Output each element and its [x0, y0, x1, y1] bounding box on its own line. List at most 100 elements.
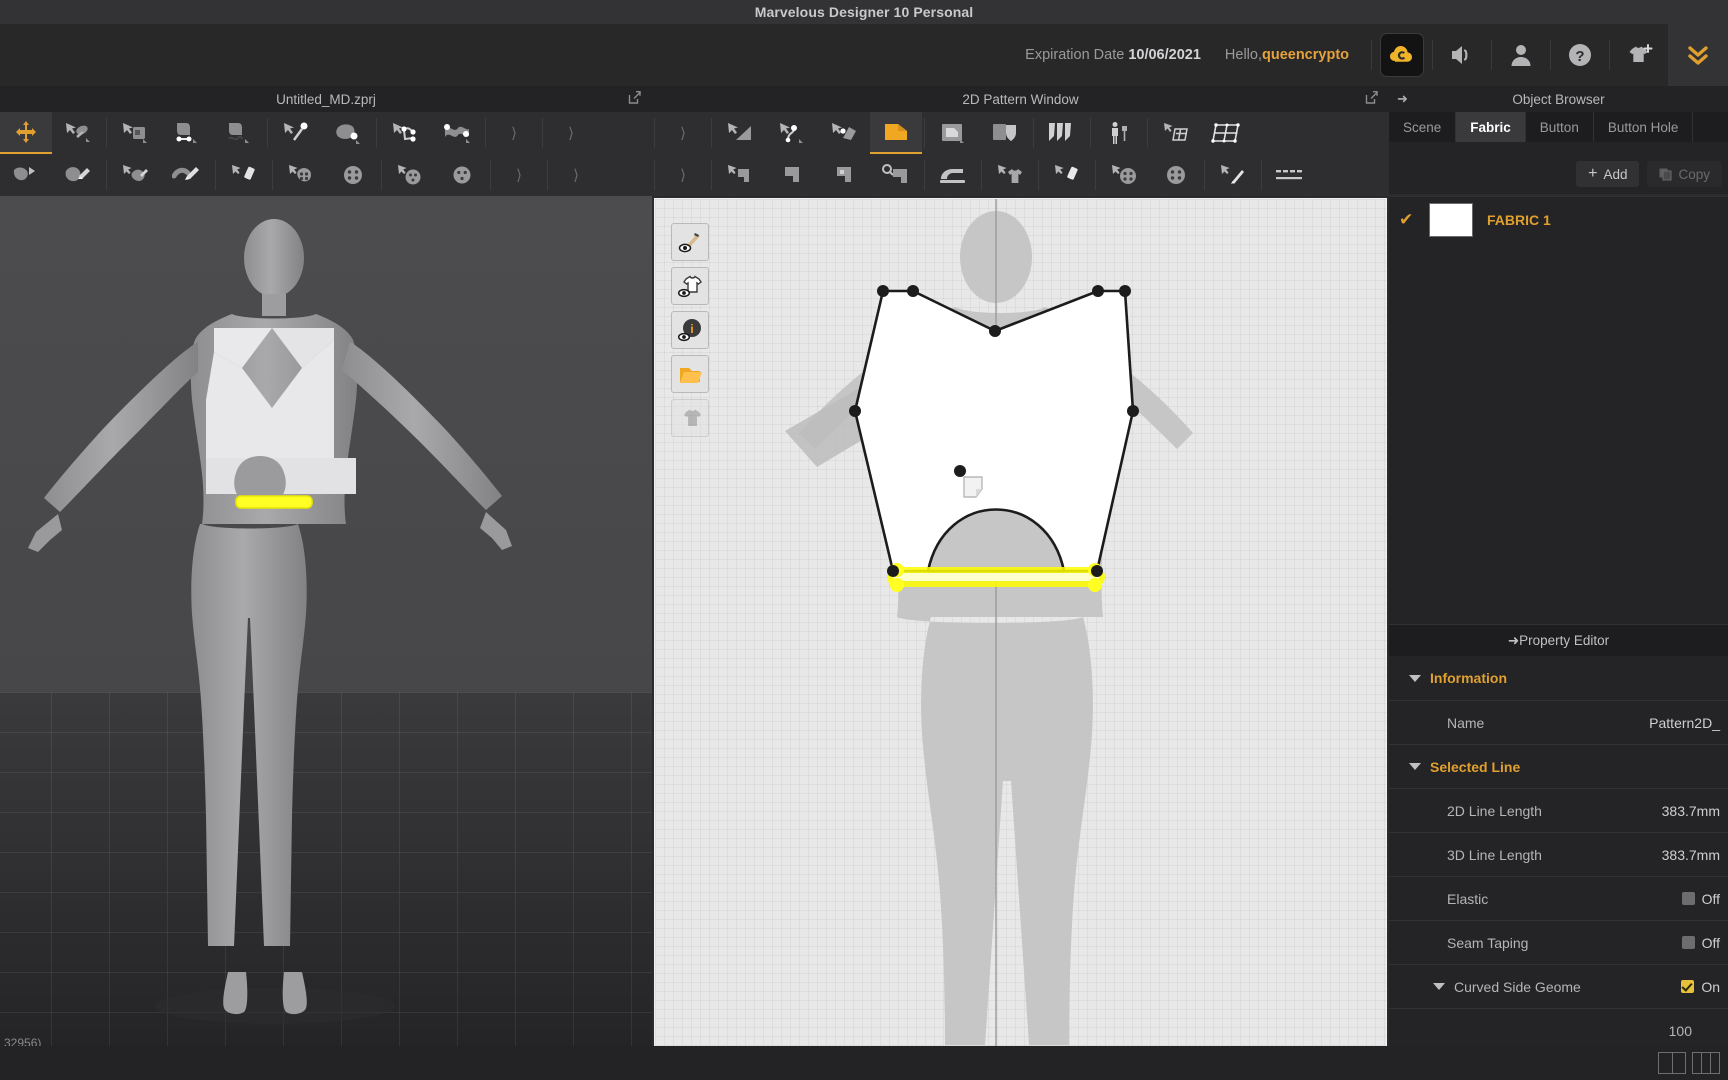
viewport-3d[interactable]: 32956) [0, 196, 652, 1052]
property-row-name[interactable]: Name Pattern2D_ [1389, 700, 1728, 744]
zipper-tool-button[interactable] [218, 154, 270, 196]
more-tools-3d-1[interactable]: ⟩ [488, 112, 540, 154]
free-seam-line-tool-button[interactable] [431, 112, 483, 154]
panel-headers-row: Untitled_MD.zprj 2D Pattern Window ➜ Obj… [0, 86, 1728, 112]
avatar-measure-tool-button[interactable] [1093, 112, 1145, 154]
more-tools-2d-2[interactable]: ⟩ [657, 154, 709, 196]
edit-curve-point-tool-button[interactable] [766, 112, 818, 154]
property-row-curved-side-geometry[interactable]: Curved Side Geome On [1389, 964, 1728, 1008]
edit-pattern-tool-button[interactable] [714, 112, 766, 154]
more-tools-3d-2[interactable]: ⟩ [545, 112, 597, 154]
fabric-cut-tool-button[interactable] [714, 154, 766, 196]
seam-taping-checkbox[interactable] [1681, 936, 1695, 949]
polygon-tool-button[interactable] [870, 112, 922, 154]
viewport-2d[interactable]: i [652, 196, 1389, 1052]
toggle-info-visibility-button[interactable]: i [671, 311, 709, 349]
transform-tool-button[interactable] [0, 112, 52, 154]
toggle-pattern-visibility-button[interactable] [671, 355, 709, 393]
fabric-checked-icon[interactable]: ✔ [1399, 210, 1415, 230]
divider [376, 118, 377, 148]
toggle-garment-visibility-button[interactable] [671, 267, 709, 305]
property-value-3d-line-length[interactable]: 383.7mm [1662, 847, 1720, 863]
grid-edit-tool-button[interactable] [1202, 112, 1254, 154]
tab-scene[interactable]: Scene [1389, 112, 1457, 142]
buttonhole-2d-tool-button[interactable] [1150, 154, 1202, 196]
elastic-checkbox[interactable] [1681, 892, 1695, 905]
property-group-selected-line[interactable]: Selected Line [1389, 744, 1728, 788]
more-tools-2d-1[interactable]: ⟩ [657, 112, 709, 154]
tab-fabric[interactable]: Fabric [1456, 112, 1526, 142]
property-value-2d-line-length[interactable]: 383.7mm [1662, 803, 1720, 819]
fold-arrangement-tool-button[interactable] [0, 154, 52, 196]
pleat-tool-button[interactable] [1036, 112, 1088, 154]
property-row-2d-line-length[interactable]: 2D Line Length 383.7mm [1389, 788, 1728, 832]
property-label-seam-taping: Seam Taping [1447, 934, 1529, 951]
property-row-seam-taping[interactable]: Seam Taping Off [1389, 920, 1728, 964]
snap-tool-button[interactable] [384, 154, 436, 196]
property-group-information[interactable]: Information [1389, 656, 1728, 700]
grid-tool-button[interactable] [1150, 112, 1202, 154]
curved-side-geometry-checkbox[interactable] [1681, 980, 1695, 993]
pin-tool-button[interactable] [109, 112, 161, 154]
copy-fabric-button[interactable]: Copy [1647, 161, 1722, 187]
transform-pattern-tool-button[interactable] [818, 112, 870, 154]
property-value-elastic[interactable]: Off [1681, 891, 1720, 907]
polygon-tool-icon [885, 124, 907, 140]
popout-2d-icon[interactable] [1365, 91, 1379, 108]
property-value-name[interactable]: Pattern2D_ [1649, 715, 1720, 731]
object-browser-pin-arrow[interactable]: ➜ [1397, 91, 1408, 107]
property-value-curved-side-amount[interactable]: 100 [1669, 1023, 1692, 1039]
pen-tool-button[interactable] [1207, 154, 1259, 196]
segment-pin-tool-button[interactable] [161, 112, 213, 154]
toggle-avatar-visibility-button[interactable] [671, 399, 709, 437]
add-fabric-button[interactable]: + Add [1576, 161, 1640, 187]
property-row-elastic[interactable]: Elastic Off [1389, 876, 1728, 920]
rectangle-tool-button[interactable] [927, 112, 979, 154]
snap-edit-tool-button[interactable] [436, 154, 488, 196]
pocket-tool-button[interactable] [979, 112, 1031, 154]
tab-fabric-label: Fabric [1470, 119, 1511, 135]
collapse-toolbar-button[interactable] [1668, 24, 1728, 86]
tack-tool-button[interactable] [270, 112, 322, 154]
layout-4-pane-button[interactable] [1692, 1052, 1720, 1074]
iron-tool-button[interactable] [927, 154, 979, 196]
garment-add-icon-button[interactable] [1610, 31, 1668, 79]
flatten-tool-button[interactable] [109, 154, 161, 196]
curve-pin-tool-button[interactable] [213, 112, 265, 154]
tab-button[interactable]: Button [1526, 112, 1594, 142]
zipper-2d-tool-button[interactable] [1041, 154, 1093, 196]
dotted-line-tool-button[interactable] [1264, 154, 1316, 196]
button-tool-button[interactable] [275, 154, 327, 196]
button-2d-tool-button[interactable] [1098, 154, 1150, 196]
pattern-canvas[interactable]: i [654, 198, 1387, 1051]
toggle-stitch-visibility-button[interactable] [671, 223, 709, 261]
cloud-icon-button[interactable] [1380, 33, 1424, 77]
property-editor-pin-arrow[interactable]: ➜ [1508, 633, 1519, 649]
select-mesh-tool-button[interactable] [52, 112, 104, 154]
layout-2-pane-button[interactable] [1658, 1052, 1686, 1074]
fabric-list-item[interactable]: ✔ FABRIC 1 [1389, 197, 1728, 243]
buttonhole-tool-button[interactable] [327, 154, 379, 196]
edit-brush-tool-button[interactable] [161, 154, 213, 196]
person-icon-button[interactable] [1492, 31, 1550, 79]
help-icon-button[interactable]: ? [1551, 31, 1609, 79]
garment-tool-button[interactable] [984, 154, 1036, 196]
more-tools-3d-4[interactable]: ⟩ [550, 154, 602, 196]
pen-garment-tool-icon [65, 167, 90, 182]
tack-on-avatar-tool-button[interactable] [322, 112, 374, 154]
add-button-label: Add [1603, 166, 1628, 182]
speaker-icon-button[interactable] [1433, 31, 1491, 79]
property-value-seam-taping[interactable]: Off [1681, 935, 1720, 951]
more-tools-3d-3[interactable]: ⟩ [493, 154, 545, 196]
trace-tool-button[interactable] [870, 154, 922, 196]
fabric-color-swatch[interactable] [1429, 203, 1473, 237]
tab-button-hole[interactable]: Button Hole [1594, 112, 1694, 142]
popout-3d-icon[interactable] [628, 91, 642, 108]
property-value-curved-side-geometry[interactable]: On [1681, 979, 1720, 995]
seam-line-tool-button[interactable] [379, 112, 431, 154]
dart-tool-button[interactable] [766, 154, 818, 196]
property-row-3d-line-length[interactable]: 3D Line Length 383.7mm [1389, 832, 1728, 876]
notch-tool-button[interactable] [818, 154, 870, 196]
pen-garment-tool-button[interactable] [52, 154, 104, 196]
chevron-down-icon[interactable] [1433, 983, 1445, 990]
